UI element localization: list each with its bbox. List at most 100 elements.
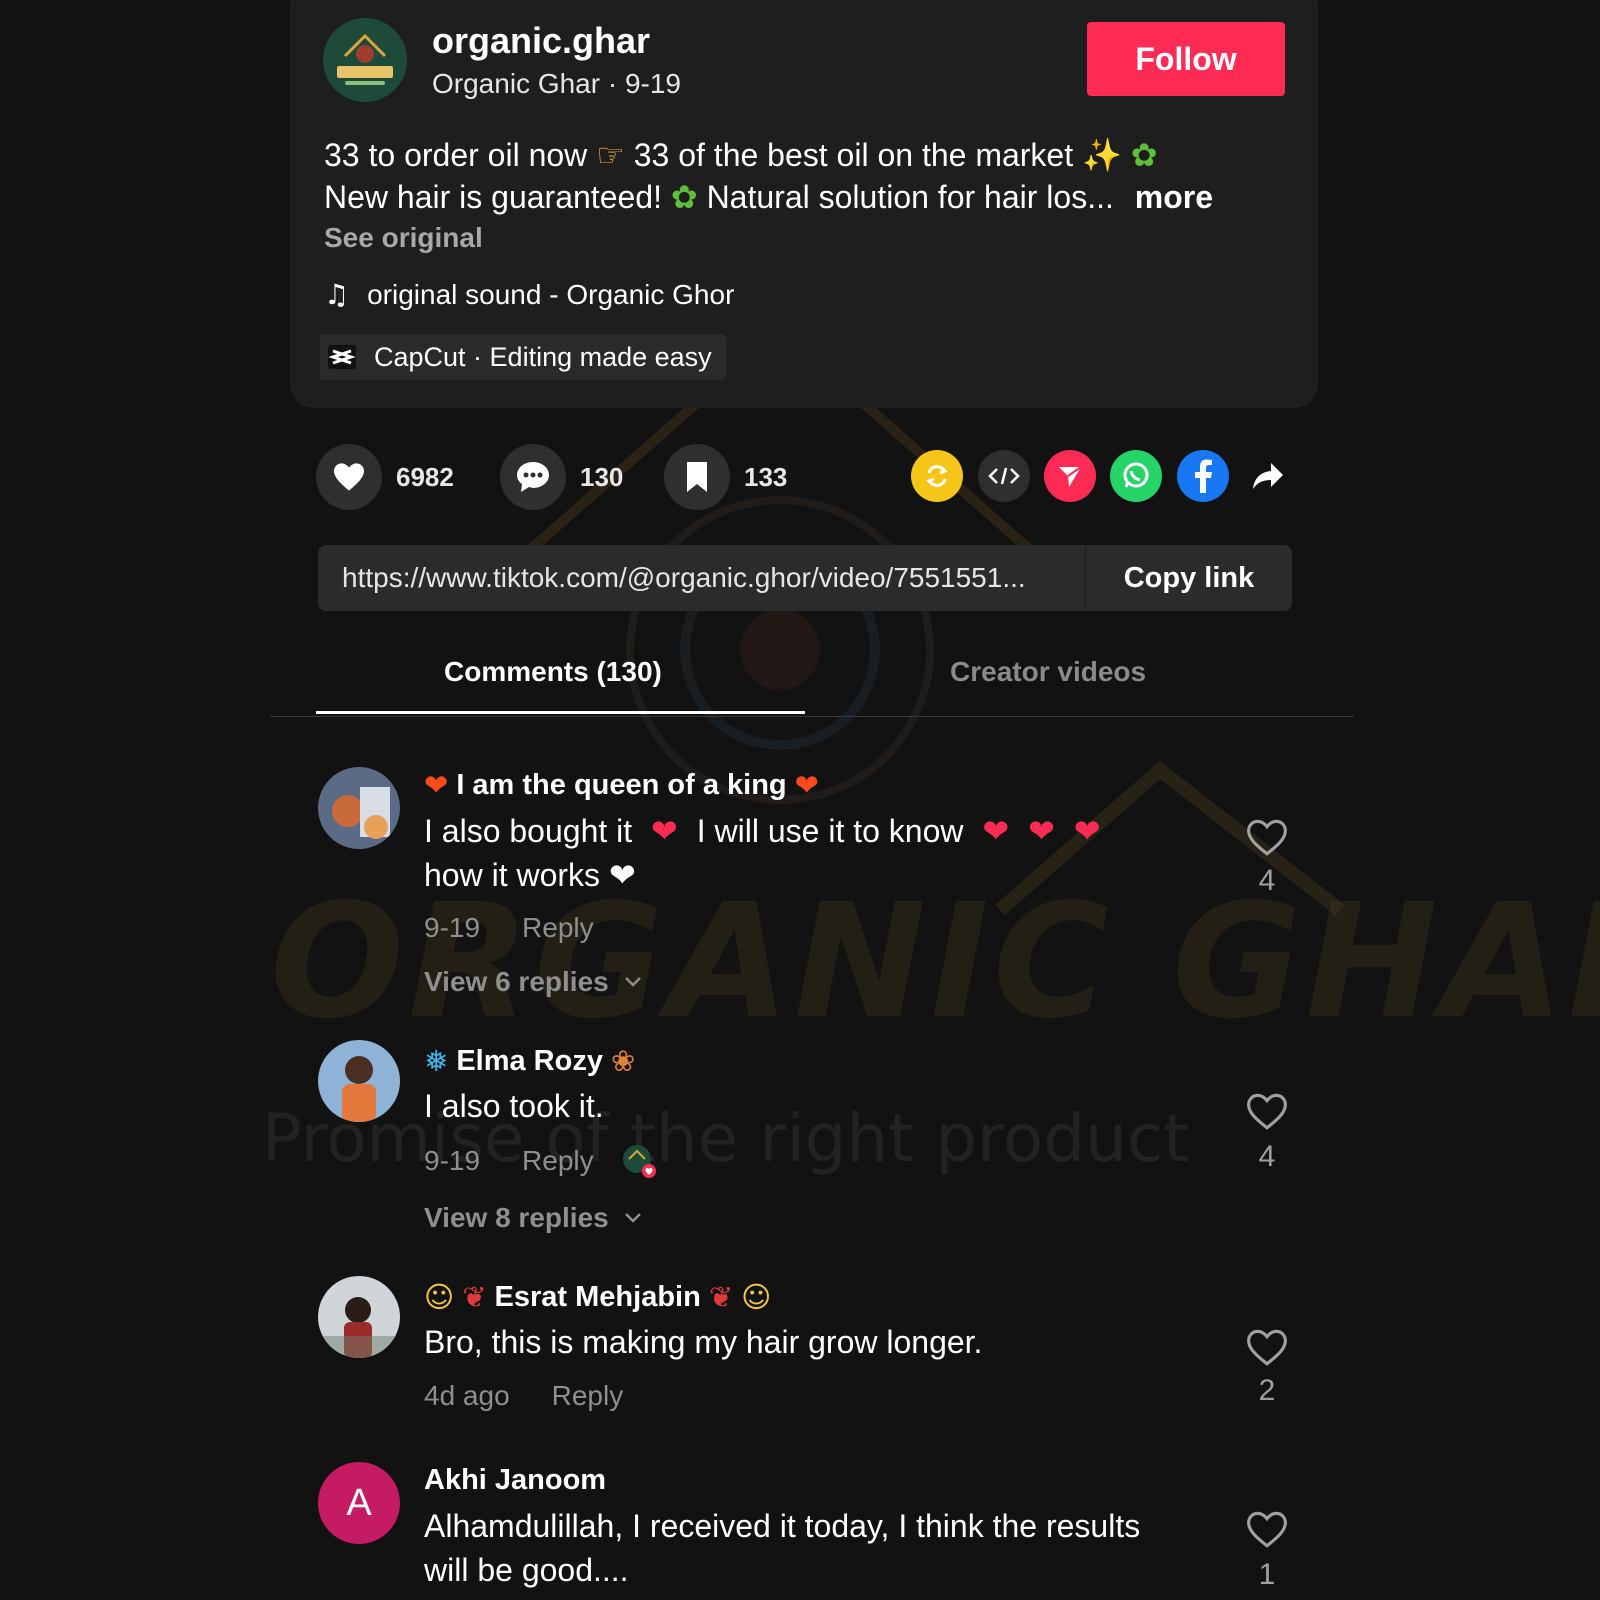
active-tab-indicator [316, 711, 805, 714]
tiktok-video-detail-panel: ORGANIC GHAR Promise of the right produc… [0, 0, 1600, 1600]
tab-divider [270, 716, 1354, 717]
capcut-label: CapCut · Editing made easy [374, 341, 712, 372]
comment-author-3[interactable]: ☺ ❦ Esrat Mehjabin ❦ ☺ [424, 1280, 771, 1314]
save-button[interactable] [664, 444, 730, 510]
capcut-icon [326, 341, 358, 373]
comment-avatar-1[interactable] [318, 767, 400, 849]
lips-icon: ❦ [462, 1280, 487, 1314]
copy-link-button[interactable]: Copy link [1086, 562, 1292, 595]
facebook-icon[interactable] [1177, 450, 1229, 502]
comment-like-icon-1[interactable] [1246, 818, 1288, 858]
comment-author-1-name: I am the queen of a king [456, 768, 787, 801]
comment-like-count-4: 1 [1258, 1558, 1276, 1591]
description-line-2: New hair is guaranteed! ✿ Natural soluti… [324, 178, 1213, 216]
creator-liked-badge [622, 1144, 656, 1178]
repost-icon[interactable] [911, 450, 963, 502]
author-avatar[interactable] [323, 18, 407, 102]
tab-comments[interactable]: Comments (130) [444, 656, 662, 688]
comment-avatar-2[interactable] [318, 1040, 400, 1122]
smiling-face-icon: ☺ [424, 1280, 455, 1314]
sparkles-icon: ✨ [1082, 136, 1122, 174]
comment-text-4-line2: will be good.... [424, 1552, 629, 1588]
lips-icon: ❦ [708, 1280, 734, 1314]
comment-date-1: 9-19 [424, 912, 481, 943]
pointing-hand-icon: ☞ [596, 136, 625, 174]
leaf-icon-2: ✿ [670, 178, 698, 216]
comment-avatar-4[interactable]: A [318, 1462, 400, 1544]
save-count: 133 [744, 461, 788, 492]
tab-creator-videos[interactable]: Creator videos [950, 656, 1146, 688]
comment-text-3: Bro, this is making my hair grow longer. [424, 1324, 983, 1360]
description-text-1b: 33 of the best oil on the market [633, 137, 1074, 173]
share-arrow-icon[interactable] [1242, 450, 1294, 502]
comment-text-4: Alhamdulillah, I received it today, I th… [424, 1508, 1141, 1544]
view-replies-2[interactable]: View 8 replies [424, 1202, 643, 1234]
sweat-droplets-icon: ❅ [424, 1044, 449, 1078]
see-original-link[interactable]: See original [324, 222, 483, 254]
comment-author-4[interactable]: Akhi Janoom [424, 1464, 606, 1497]
comment-text-1a: I also bought it [424, 813, 633, 849]
comment-bubble-icon [517, 462, 549, 492]
comment-text-1c: how it works [424, 857, 601, 893]
comment-meta-2: 9-19 Reply [424, 1144, 656, 1178]
reply-button-1[interactable]: Reply [522, 912, 594, 944]
reply-button-2[interactable]: Reply [522, 1145, 594, 1177]
music-note-icon: ♫ [324, 278, 350, 311]
view-replies-2-label: View 8 replies [424, 1202, 609, 1233]
heart-emoji-icon: ❤ [1073, 812, 1101, 850]
organic-ghar-logo-icon [323, 18, 407, 102]
comment-like-icon-4[interactable] [1246, 1510, 1288, 1550]
chevron-down-icon [624, 1213, 641, 1223]
sound-label: original sound - Organic Ghor [367, 278, 735, 310]
description-line-1: 33 to order oil now ☞ 33 of the best oil… [324, 136, 1158, 174]
sound-row[interactable]: ♫ original sound - Organic Ghor [324, 278, 734, 311]
white-heart-emoji-icon: ❤ [608, 856, 636, 894]
comment-count: 130 [580, 461, 624, 492]
description-text-2b: Natural solution for hair los... [706, 179, 1114, 215]
leaf-icon: ✿ [1130, 136, 1158, 174]
comment-author-3-name: Esrat Mehjabin [494, 1280, 701, 1313]
video-url[interactable]: https://www.tiktok.com/@organic.ghor/vid… [318, 545, 1086, 611]
heart-icon [334, 463, 364, 491]
comment-author-2-name: Elma Rozy [456, 1044, 603, 1077]
like-action[interactable]: 6982 [316, 444, 454, 510]
author-name-date: Organic Ghar · 9-19 [432, 68, 681, 99]
comment-date-2: 9-19 [424, 1145, 481, 1176]
like-button[interactable] [316, 444, 382, 510]
author-handle[interactable]: organic.ghar [432, 20, 650, 62]
save-action[interactable]: 133 [664, 444, 787, 510]
comment-author-4-name: Akhi Janoom [424, 1464, 607, 1496]
comment-button[interactable] [500, 444, 566, 510]
comment-meta-3: 4d ago Reply [424, 1380, 623, 1412]
heart-emoji-icon: ❤ [651, 812, 678, 850]
comment-avatar-3[interactable] [318, 1276, 400, 1358]
whatsapp-icon[interactable] [1110, 450, 1162, 502]
watermark-tagline: Promise of the right product [262, 1100, 1190, 1177]
more-link[interactable]: more [1135, 179, 1213, 215]
comment-text-1: I also bought it ❤ I will use it to know… [424, 812, 1101, 850]
comment-meta-1: 9-19 Reply [424, 912, 594, 944]
heart-emoji-icon: ❤ [982, 812, 1010, 850]
comment-like-count-1: 4 [1258, 864, 1276, 897]
comment-action[interactable]: 130 [500, 444, 623, 510]
comment-text-1-line2: how it works ❤ [424, 856, 636, 894]
description-text-2a: New hair is guaranteed! [324, 179, 662, 215]
comment-date-3: 4d ago [424, 1380, 510, 1411]
capcut-badge[interactable]: CapCut · Editing made easy [320, 334, 726, 380]
comment-like-count-2: 4 [1258, 1140, 1276, 1173]
comment-author-1[interactable]: ❤ I am the queen of a king ❤ [424, 768, 819, 802]
chevron-down-icon [624, 977, 641, 987]
heart-emoji-icon: ❤ [1028, 812, 1055, 850]
comment-text-2: I also took it. [424, 1088, 604, 1124]
watermark-brand: ORGANIC GHAR [270, 870, 1600, 1054]
butterfly-icon: ❀ [610, 1044, 636, 1078]
link-bar: https://www.tiktok.com/@organic.ghor/vid… [318, 545, 1292, 611]
follow-button[interactable]: Follow [1087, 22, 1285, 96]
embed-icon[interactable] [978, 450, 1030, 502]
comment-author-2[interactable]: ❅ Elma Rozy ❀ [424, 1044, 635, 1078]
view-replies-1[interactable]: View 6 replies [424, 966, 643, 998]
reply-button-3[interactable]: Reply [552, 1380, 624, 1412]
comment-like-icon-2[interactable] [1246, 1092, 1288, 1132]
comment-like-icon-3[interactable] [1246, 1328, 1288, 1368]
send-icon[interactable] [1044, 450, 1096, 502]
